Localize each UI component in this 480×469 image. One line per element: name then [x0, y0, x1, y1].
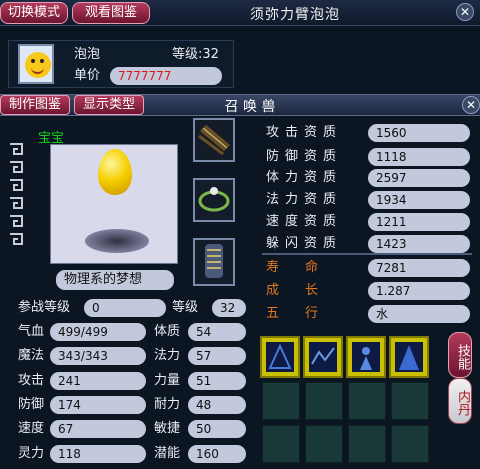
level-value: 32	[212, 299, 246, 317]
growth-label: 成 长	[266, 283, 319, 298]
pet-shadow	[85, 229, 149, 253]
skill-slot[interactable]	[389, 336, 429, 378]
stat-value: 499/499	[50, 323, 146, 341]
equip-slot-1[interactable]	[193, 118, 235, 162]
display-type-button[interactable]: 显示类型	[74, 95, 144, 115]
join-level-label: 参战等级	[18, 300, 71, 315]
stat-label: 潜能	[154, 446, 181, 461]
stat-value: 343/343	[50, 347, 146, 365]
stat-value: 50	[188, 420, 246, 438]
stat-label: 气血	[18, 324, 45, 339]
empty-skill-slot[interactable]	[391, 425, 429, 463]
decorative-border	[8, 140, 26, 260]
switch-mode-button[interactable]: 切换模式	[0, 2, 68, 24]
aptitude-label: 速度资质	[266, 214, 343, 229]
stat-label: 力量	[154, 373, 181, 388]
stat-label: 防御	[18, 397, 45, 412]
pet-level-label: 等级:32	[172, 47, 219, 62]
smiley-face-icon	[25, 52, 51, 78]
stat-value: 51	[188, 372, 246, 390]
stat-label: 体质	[154, 324, 181, 339]
lifespan-value: 7281	[368, 259, 470, 277]
skill-slot[interactable]	[260, 336, 300, 378]
aptitude-label: 法力资质	[266, 192, 343, 207]
aptitude-label: 躲闪资质	[266, 236, 343, 251]
skills-tab-button[interactable]: 技能	[448, 332, 472, 378]
growth-value: 1.287	[368, 282, 470, 300]
aptitude-label: 防御资质	[266, 149, 343, 164]
stat-value: 48	[188, 396, 246, 414]
summon-panel-title: 召 唤 兽	[224, 99, 276, 115]
view-guide-button[interactable]: 观看图鉴	[72, 2, 150, 24]
pet-portrait	[50, 144, 178, 264]
window-close-icon[interactable]: ✕	[456, 3, 474, 21]
inner-dan-tab-button[interactable]: 内丹	[448, 378, 472, 424]
golden-egg-icon	[98, 149, 132, 195]
stat-value: 118	[50, 445, 146, 463]
empty-skill-slot[interactable]	[305, 425, 343, 463]
aptitude-value: 1211	[368, 213, 470, 231]
stat-value: 67	[50, 420, 146, 438]
aptitude-label: 攻击资质	[266, 125, 343, 140]
pet-avatar	[18, 44, 54, 84]
pet-name-field[interactable]: 物理系的梦想	[56, 270, 174, 290]
empty-skill-slot[interactable]	[391, 382, 429, 420]
aptitude-value: 2597	[368, 169, 470, 187]
empty-skill-slot[interactable]	[348, 425, 386, 463]
stat-label: 速度	[18, 421, 45, 436]
skill-slot[interactable]	[346, 336, 386, 378]
price-value: 7777777	[110, 67, 222, 85]
equip-slot-3[interactable]	[193, 238, 235, 286]
stat-label: 魔法	[18, 348, 45, 363]
price-label: 单价	[74, 68, 101, 83]
stat-value: 174	[50, 396, 146, 414]
aptitude-value: 1118	[368, 148, 470, 166]
element-label: 五 行	[266, 306, 319, 321]
stat-value: 241	[50, 372, 146, 390]
stat-label: 敏捷	[154, 421, 181, 436]
skill-slot[interactable]	[303, 336, 343, 378]
empty-skill-slot[interactable]	[305, 382, 343, 420]
empty-skill-slot[interactable]	[262, 382, 300, 420]
join-level-value: 0	[84, 299, 166, 317]
summon-panel-close-icon[interactable]: ✕	[462, 96, 480, 114]
level-label: 等级	[172, 300, 199, 315]
window-title: 须弥力臂泡泡	[250, 7, 340, 23]
aptitude-value: 1934	[368, 191, 470, 209]
aptitude-value: 1560	[368, 124, 470, 142]
stat-label: 灵力	[18, 446, 45, 461]
aptitude-label: 体力资质	[266, 170, 343, 185]
stat-label: 攻击	[18, 373, 45, 388]
divider	[262, 253, 472, 255]
equip-slot-2[interactable]	[193, 178, 235, 222]
stat-value: 57	[188, 347, 246, 365]
make-guide-button[interactable]: 制作图鉴	[0, 95, 70, 115]
empty-skill-slot[interactable]	[262, 425, 300, 463]
empty-skill-slot[interactable]	[348, 382, 386, 420]
stat-value: 160	[188, 445, 246, 463]
pet-species-name: 泡泡	[74, 47, 101, 62]
aptitude-value: 1423	[368, 235, 470, 253]
stat-value: 54	[188, 323, 246, 341]
stat-label: 耐力	[154, 397, 181, 412]
stat-label: 法力	[154, 348, 181, 363]
pet-baby-tag: 宝宝	[38, 131, 65, 146]
element-value: 水	[368, 305, 470, 323]
lifespan-label: 寿 命	[266, 260, 319, 275]
